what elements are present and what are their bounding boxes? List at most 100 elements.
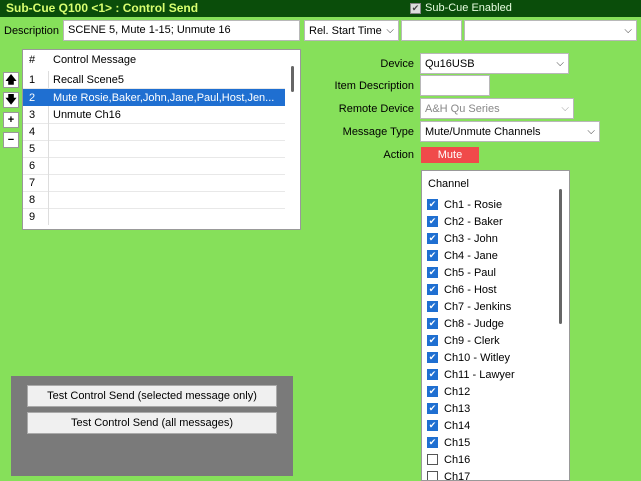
channel-label: Ch8 - Judge <box>444 317 504 330</box>
arrow-up-icon: 🡅 <box>5 73 17 86</box>
column-header-number: # <box>29 54 36 66</box>
remote-device-label: Remote Device <box>338 103 414 115</box>
channel-item[interactable]: Ch17 <box>427 468 471 481</box>
minus-icon: − <box>7 133 15 146</box>
channel-label: Ch2 - Baker <box>444 215 503 228</box>
move-down-button[interactable]: 🡇 <box>3 92 19 108</box>
checkbox-unchecked-icon[interactable] <box>427 454 438 465</box>
chevron-down-icon: ⌵ <box>386 25 394 36</box>
control-message-list[interactable]: # Control Message 1 Recall Scene5 2 Mute… <box>22 49 301 230</box>
message-type-value: Mute/Unmute Channels <box>425 125 541 138</box>
table-row[interactable]: 4 <box>23 123 285 141</box>
table-row[interactable]: 9 <box>23 208 285 225</box>
item-description-field[interactable] <box>420 75 490 96</box>
timing-value-field[interactable] <box>401 20 462 41</box>
channel-item[interactable]: ✔ Ch10 - Witley <box>427 349 510 366</box>
channel-item[interactable]: ✔ Ch6 - Host <box>427 281 497 298</box>
channel-item[interactable]: ✔ Ch5 - Paul <box>427 264 496 281</box>
checkbox-checked-icon[interactable]: ✔ <box>427 267 438 278</box>
checkbox-checked-icon[interactable]: ✔ <box>427 369 438 380</box>
channel-item[interactable]: ✔ Ch1 - Rosie <box>427 196 502 213</box>
test-all-button[interactable]: Test Control Send (all messages) <box>27 412 277 434</box>
channel-item[interactable]: Ch16 <box>427 451 470 468</box>
channel-list-scrollbar[interactable] <box>559 189 562 324</box>
timing-extra-dropdown[interactable]: ⌵ <box>464 20 637 41</box>
table-row[interactable]: 7 <box>23 174 285 192</box>
checkbox-checked-icon[interactable]: ✔ <box>427 420 438 431</box>
add-message-button[interactable]: + <box>3 112 19 128</box>
checkbox-checked-icon[interactable]: ✔ <box>427 284 438 295</box>
table-row[interactable]: 5 <box>23 140 285 158</box>
channel-label: Ch9 - Clerk <box>444 334 500 347</box>
row-message: Mute Rosie,Baker,John,Jane,Paul,Host,Jen… <box>53 91 275 104</box>
message-type-dropdown[interactable]: Mute/Unmute Channels ⌵ <box>420 121 600 142</box>
channel-label: Ch10 - Witley <box>444 351 511 364</box>
checkbox-checked-icon[interactable]: ✔ <box>427 250 438 261</box>
checkmark-icon[interactable]: ✔ <box>410 2 421 14</box>
sub-cue-enabled-toggle[interactable]: ✔ Sub-Cue Enabled <box>410 2 512 14</box>
table-row[interactable]: 8 <box>23 191 285 209</box>
checkbox-checked-icon[interactable]: ✔ <box>427 335 438 346</box>
remote-device-value: A&H Qu Series <box>425 102 500 115</box>
checkbox-checked-icon[interactable]: ✔ <box>427 233 438 244</box>
row-number: 4 <box>23 123 49 140</box>
checkbox-checked-icon[interactable]: ✔ <box>427 318 438 329</box>
column-header-control-message: Control Message <box>53 54 137 66</box>
checkbox-checked-icon[interactable]: ✔ <box>427 437 438 448</box>
row-number: 9 <box>23 208 49 225</box>
test-selected-button[interactable]: Test Control Send (selected message only… <box>27 385 277 407</box>
checkbox-unchecked-icon[interactable] <box>427 471 438 480</box>
checkbox-checked-icon[interactable]: ✔ <box>427 386 438 397</box>
checkbox-checked-icon[interactable]: ✔ <box>427 301 438 312</box>
chevron-down-icon: ⌵ <box>587 126 595 137</box>
action-label: Action <box>383 149 414 161</box>
channel-label: Ch13 <box>444 402 471 415</box>
remote-device-dropdown[interactable]: A&H Qu Series ⌵ <box>420 98 574 119</box>
action-mute-button[interactable]: Mute <box>421 147 479 163</box>
row-message: Unmute Ch16 <box>53 108 121 121</box>
channel-label: Ch5 - Paul <box>444 266 496 279</box>
table-row-selected[interactable]: 2 Mute Rosie,Baker,John,Jane,Paul,Host,J… <box>23 89 285 106</box>
chevron-down-icon: ⌵ <box>556 58 564 69</box>
table-row[interactable]: 6 <box>23 157 285 175</box>
channel-list[interactable]: Channel ✔ Ch1 - Rosie ✔ Ch2 - Baker ✔ Ch3 - J… <box>421 170 570 481</box>
channel-item[interactable]: ✔ Ch7 - Jenkins <box>427 298 511 315</box>
channel-item[interactable]: ✔ Ch4 - Jane <box>427 247 498 264</box>
channel-label: Ch15 <box>444 436 471 449</box>
row-number: 5 <box>23 140 49 157</box>
message-list-scrollbar[interactable] <box>291 66 294 92</box>
channel-item[interactable]: ✔ Ch2 - Baker <box>427 213 503 230</box>
channel-label: Ch17 <box>444 470 471 481</box>
channel-item[interactable]: ✔ Ch13 <box>427 400 470 417</box>
channel-item[interactable]: ✔ Ch15 <box>427 434 470 451</box>
move-up-button[interactable]: 🡅 <box>3 72 19 88</box>
arrow-down-icon: 🡇 <box>5 93 17 106</box>
channel-item[interactable]: ✔ Ch12 <box>427 383 470 400</box>
channel-item[interactable]: ✔ Ch3 - John <box>427 230 498 247</box>
checkbox-checked-icon[interactable]: ✔ <box>427 352 438 363</box>
checkbox-checked-icon[interactable]: ✔ <box>427 199 438 210</box>
channel-item[interactable]: ✔ Ch14 <box>427 417 470 434</box>
timing-mode-dropdown[interactable]: Rel. Start Time ⌵ <box>304 20 399 41</box>
row-number: 2 <box>23 89 49 106</box>
device-value: Qu16USB <box>425 57 475 70</box>
channel-item[interactable]: ✔ Ch8 - Judge <box>427 315 504 332</box>
table-row[interactable]: 1 Recall Scene5 <box>23 71 285 89</box>
row-number: 3 <box>23 106 49 123</box>
channel-item[interactable]: ✔ Ch9 - Clerk <box>427 332 500 349</box>
row-number: 7 <box>23 174 49 191</box>
table-row[interactable]: 3 Unmute Ch16 <box>23 106 285 124</box>
channel-list-header: Channel <box>428 178 469 190</box>
channel-item[interactable]: ✔ Ch11 - Lawyer <box>427 366 515 383</box>
description-field[interactable]: SCENE 5, Mute 1-15; Unmute 16 <box>63 20 300 41</box>
remove-message-button[interactable]: − <box>3 132 19 148</box>
checkbox-checked-icon[interactable]: ✔ <box>427 403 438 414</box>
row-message: Recall Scene5 <box>53 73 124 86</box>
plus-icon: + <box>7 113 15 126</box>
device-dropdown[interactable]: Qu16USB ⌵ <box>420 53 569 74</box>
item-description-label: Item Description <box>334 80 414 92</box>
device-label: Device <box>380 58 414 70</box>
message-type-label: Message Type <box>342 126 414 138</box>
window-title: Sub-Cue Q100 <1> : Control Send <box>6 1 199 15</box>
checkbox-checked-icon[interactable]: ✔ <box>427 216 438 227</box>
